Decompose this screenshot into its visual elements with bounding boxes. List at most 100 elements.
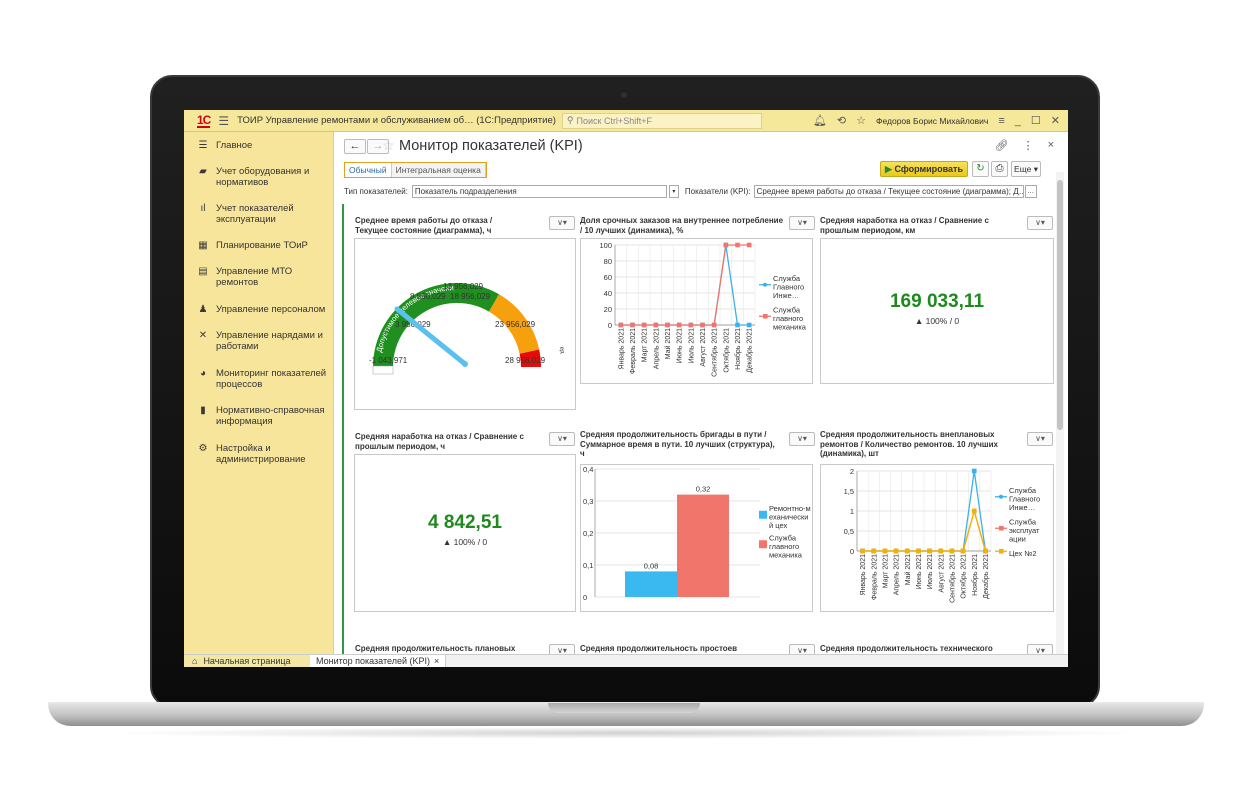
panel-title: Средняя продолжительность плановых [355,644,516,653]
panel-dropdown[interactable]: ∨▾ [1027,432,1053,446]
x-tick-label: Июль 2021 [927,554,934,589]
history-icon[interactable]: ⟲ [837,114,846,127]
sidebar-item-equipment[interactable]: ▰ Учет оборудования и нормативов [184,166,334,188]
data-point [882,548,888,554]
search-input[interactable]: ⚲ Поиск Ctrl+Shift+F [561,112,762,129]
mode-tabs: Обычный Интегральная оценка [344,162,487,178]
panel-dropdown[interactable]: ∨▾ [549,216,575,230]
bar [677,494,729,597]
panel-dropdown[interactable]: ∨▾ [549,432,575,446]
minimize-icon[interactable]: _ [1015,115,1021,127]
data-point [700,322,705,328]
panel-dropdown[interactable]: ∨▾ [789,432,815,446]
data-point [641,322,647,328]
scrollbar-thumb[interactable] [1057,180,1063,430]
panel-dropdown[interactable]: ∨▾ [789,216,815,230]
group-border [342,204,344,654]
y-tick-label: 0 [850,547,854,556]
x-tick-label: Сентябрь 2021 [711,328,719,377]
sidebar-item-personnel[interactable]: ♟ Управление персоналом [184,304,334,315]
bell-icon[interactable]: 🔔︎ [813,114,827,127]
legend-label: механика [773,323,807,332]
sidebar-item-orders[interactable]: ✕ Управление нарядами и работами [184,330,334,352]
data-point [723,242,729,248]
hamburger-menu-icon[interactable]: ☰ [218,114,229,128]
sidebar-item-label: Управление нарядами и работами [216,330,323,352]
more-button[interactable]: Еще ▾ [1011,161,1041,177]
kpi-change: ▲ 100% / 0 [914,316,960,326]
sidebar-item-label: Мониторинг показателей процессов [216,368,327,390]
x-tick-label: Август 2021 [700,328,707,367]
person-icon: ♟ [198,304,208,315]
sidebar-item-label: Главное [216,140,253,151]
data-point [630,322,635,328]
tab-kpi-label: Монитор показателей (KPI) [316,656,430,666]
bar-chart-icon: ıl [200,203,206,214]
back-button[interactable]: ← [344,139,366,154]
sidebar-item-label: Управление МТО ремонтов [216,266,293,288]
data-point [735,322,740,328]
kpi-change: ▲ 100% / 0 [442,537,488,547]
legend-label: Инже… [1009,503,1035,512]
kpi-value: 4 842,51 [428,512,502,533]
filter-type-dropdown[interactable]: ▾ [668,184,679,198]
favorite-star-icon[interactable]: ☆ [382,137,395,154]
star-icon[interactable]: ☆ [856,114,866,127]
tools-icon: ✕ [198,330,208,341]
bar-value-label: 0,08 [644,561,659,570]
filter-kpi-select-button[interactable]: … [1024,184,1037,198]
refresh-button[interactable]: ↻ [972,161,989,177]
maximize-icon[interactable]: ☐ [1031,114,1041,127]
sidebar-item-planning[interactable]: ▦ Планирование ТОиР [184,240,334,251]
settings-menu-icon[interactable]: ≡ [998,115,1004,127]
kpi-value: 169 033,11 [889,291,985,312]
more-vert-icon[interactable]: ⋮ [1023,139,1034,152]
panel-title: Среднее время работы до отказа / Текущее… [355,216,493,235]
calendar-icon: ▦ [198,240,208,251]
user-name[interactable]: Федоров Борис Михайлович [876,116,988,126]
bar-chart-panel: 0 0,1 0,2 0,3 0,4 0,08 0,32 Ремонтно-м еханическ… [580,464,813,612]
panel-title: Средняя продолжительность технического [820,644,993,653]
data-point [860,548,865,554]
filter-kpi-field[interactable]: Среднее время работы до отказа / Текущее… [753,184,1024,198]
y-tick-label: 0,1 [583,561,593,570]
data-point [938,548,944,554]
x-tick-label: Апрель 2021 [653,328,660,369]
line-chart: 0 0,5 1 1,5 2 Январь 2021 Февраль 2021 Март 202… [844,467,1041,603]
tab-integral[interactable]: Интегральная оценка [391,163,486,177]
sidebar-item-reference[interactable]: ▮ Нормативно-справочная информация [184,405,334,427]
link-icon[interactable]: 🔗︎ [995,139,1009,152]
main-area: ← → ☆ Монитор показателей (KPI) 🔗︎ ⋮ × О… [334,132,1068,658]
data-point [971,468,977,474]
sidebar-item-settings[interactable]: ⚙ Настройка и администрирование [184,443,334,465]
tab-home[interactable]: ⌂ Начальная страница [184,654,310,667]
x-tick-label: Февраль 2021 [871,554,878,600]
tab-normal[interactable]: Обычный [345,163,392,177]
y-tick-label: 0,3 [583,497,593,506]
sidebar-item-indicators[interactable]: ıl Учет показателей эксплуатации [184,203,334,225]
gauge-needle-hub [462,361,468,367]
legend-label: й цех [769,521,787,530]
sidebar-item-monitoring[interactable]: ◕ Мониторинг показателей процессов [184,368,334,390]
data-point [653,322,659,328]
tab-kpi[interactable]: Монитор показателей (KPI) × [310,654,447,667]
legend-marker [999,494,1003,499]
search-placeholder: Поиск Ctrl+Shift+F [576,115,652,126]
filter-type-field[interactable]: Показатель подразделения [411,184,667,198]
print-button[interactable]: ⎙ [991,161,1008,177]
close-form-icon[interactable]: × [1048,139,1054,152]
tab-home-label: Начальная страница [203,656,291,666]
x-tick-label: Июнь 2021 [677,328,684,363]
generate-button[interactable]: ▶ Сформировать [880,161,968,177]
x-tick-label: Ноябрь 2021 [971,554,979,596]
close-icon[interactable]: ✕ [1051,114,1060,127]
grid-icon: ▤ [198,266,208,277]
sidebar-item-mto[interactable]: ▤ Управление МТО ремонтов [184,266,334,288]
sidebar-item-main[interactable]: ☰ Главное [184,140,334,151]
window-title: ТОИР Управление ремонтами и обслуживание… [237,115,556,126]
x-tick-label: Декабрь 2021 [982,554,990,599]
data-point [676,322,682,328]
tab-close-icon[interactable]: × [434,656,439,666]
panel-dropdown[interactable]: ∨▾ [1027,216,1053,230]
title-bar: 1С ☰ ТОИР Управление ремонтами и обслужи… [184,110,1068,132]
